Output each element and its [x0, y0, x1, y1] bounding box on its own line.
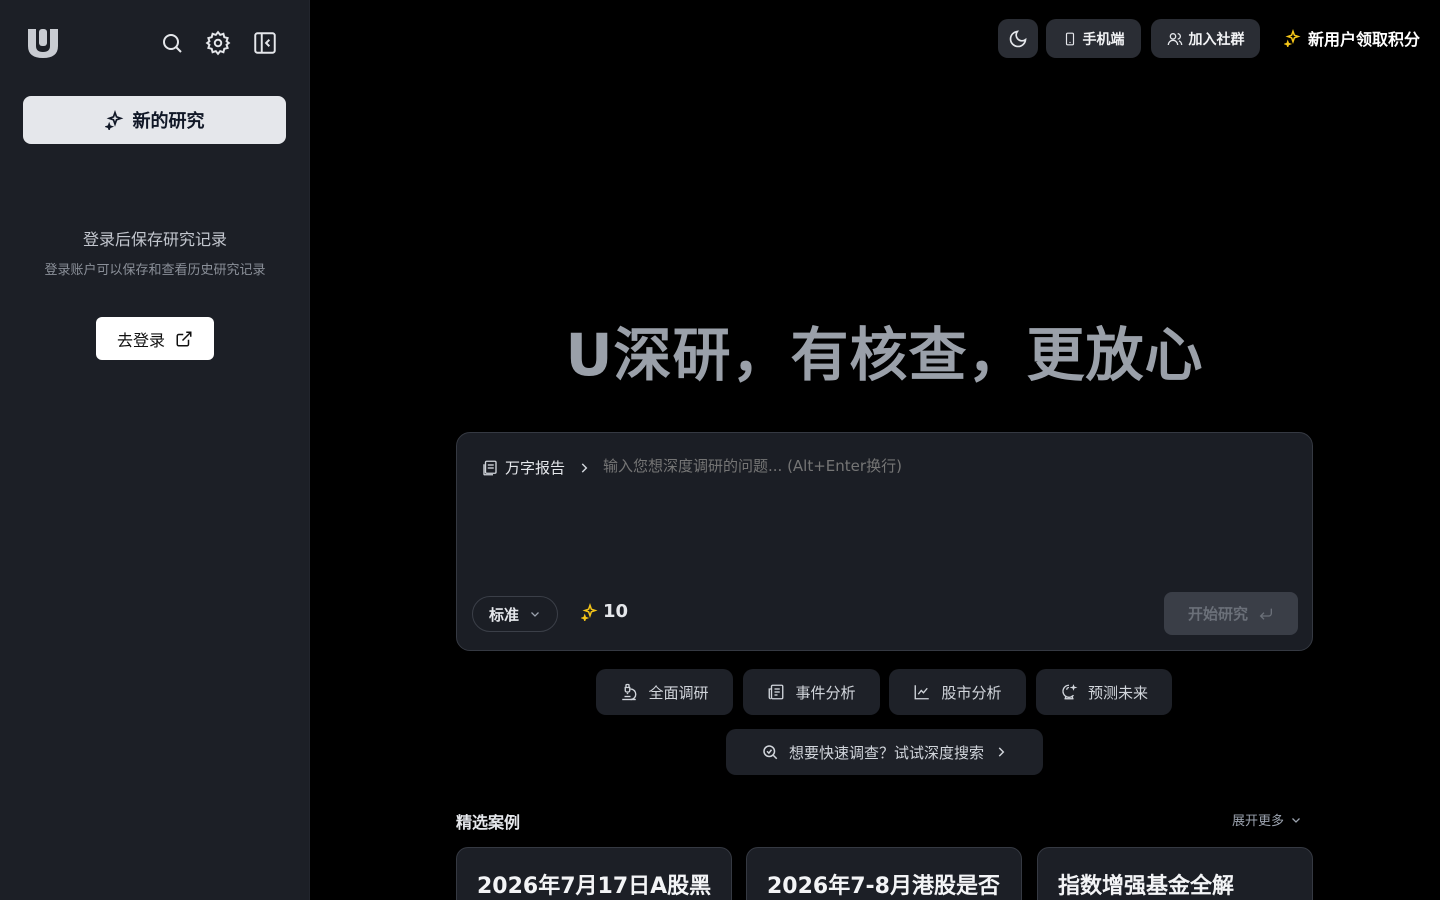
sidebar: 新的研究 登录后保存研究记录 登录账户可以保存和查看历史研究记录 去登录 [0, 0, 310, 900]
research-composer: 万字报告 标准 10 开始研究 [456, 432, 1313, 651]
featured-cases-title: 精选案例 [456, 813, 521, 832]
u-logo-icon[interactable] [25, 26, 61, 60]
case-card[interactable]: 2026年7-8月港股是否 [746, 847, 1022, 900]
mobile-label: 手机端 [1082, 31, 1125, 48]
new-research-label: 新的研究 [132, 111, 205, 132]
empty-history-subtitle: 登录账户可以保存和查看历史研究记录 [44, 263, 266, 278]
new-user-credits-link[interactable]: 新用户领取积分 [1284, 26, 1420, 50]
expand-more-button[interactable]: 展开更多 [1232, 810, 1302, 829]
quick-action-forecast[interactable]: 预测未来 [1036, 669, 1172, 715]
deep-search-link[interactable]: 想要快速调查？试试深度搜索 [726, 729, 1043, 775]
case-title: 2026年7月17日A股黑 [477, 874, 712, 899]
chevron-right-icon [577, 461, 591, 475]
mobile-button[interactable]: 手机端 [1046, 19, 1141, 58]
enter-icon [1258, 606, 1274, 622]
gear-icon[interactable] [203, 28, 233, 58]
start-research-button[interactable]: 开始研究 [1164, 592, 1298, 635]
credits-cost: 10 [581, 601, 628, 622]
microscope-icon [620, 683, 638, 701]
depth-level-value: 标准 [488, 605, 519, 624]
quick-action-label: 全面调研 [648, 683, 709, 702]
crystal-ball-icon [1060, 683, 1078, 701]
external-link-icon [175, 330, 193, 348]
start-research-label: 开始研究 [1187, 605, 1248, 623]
moon-icon [1008, 29, 1028, 49]
deep-search-label: 想要快速调查？试试深度搜索 [788, 743, 984, 762]
case-title: 指数增强基金全解 [1058, 874, 1235, 899]
line-chart-icon [913, 683, 931, 701]
quick-action-comprehensive[interactable]: 全面调研 [596, 669, 733, 715]
chevron-right-icon [994, 745, 1008, 759]
theme-toggle-button[interactable] [998, 19, 1038, 58]
quick-action-label: 事件分析 [795, 683, 856, 702]
quick-action-label: 股市分析 [941, 683, 1002, 702]
search-icon [761, 743, 779, 761]
join-community-button[interactable]: 加入社群 [1151, 19, 1260, 58]
case-title: 2026年7-8月港股是否 [767, 874, 1000, 899]
quick-action-stock[interactable]: 股市分析 [889, 669, 1026, 715]
chevron-down-icon [529, 608, 541, 620]
sparkle-icon [1284, 29, 1302, 47]
case-card[interactable]: 指数增强基金全解 [1037, 847, 1313, 900]
promo-label: 新用户领取积分 [1308, 30, 1421, 49]
expand-more-label: 展开更多 [1232, 814, 1285, 829]
community-label: 加入社群 [1188, 31, 1245, 48]
research-question-input[interactable] [603, 457, 1283, 475]
empty-history-title: 登录后保存研究记录 [82, 230, 227, 249]
login-button[interactable]: 去登录 [96, 317, 214, 360]
sparkle-icon [104, 110, 125, 130]
credits-value: 10 [603, 601, 629, 622]
newspaper-icon [767, 683, 785, 701]
report-mode-selector[interactable]: 万字报告 [481, 457, 591, 478]
collapse-sidebar-icon[interactable] [250, 28, 280, 58]
depth-level-select[interactable]: 标准 [472, 596, 558, 632]
phone-icon [1063, 31, 1077, 47]
users-icon [1167, 31, 1183, 47]
case-card[interactable]: 2026年7月17日A股黑 [456, 847, 732, 900]
sparkle-icon [581, 602, 599, 621]
chevron-down-icon [1290, 814, 1302, 826]
report-mode-label: 万字报告 [505, 459, 566, 477]
quick-action-event[interactable]: 事件分析 [743, 669, 880, 715]
hero-title: U深研，有核查，更放心 [565, 321, 1204, 389]
quick-action-label: 预测未来 [1087, 683, 1148, 702]
document-icon [481, 459, 499, 477]
search-icon[interactable] [157, 28, 187, 58]
login-label: 去登录 [116, 330, 165, 350]
new-research-button[interactable]: 新的研究 [23, 96, 286, 144]
